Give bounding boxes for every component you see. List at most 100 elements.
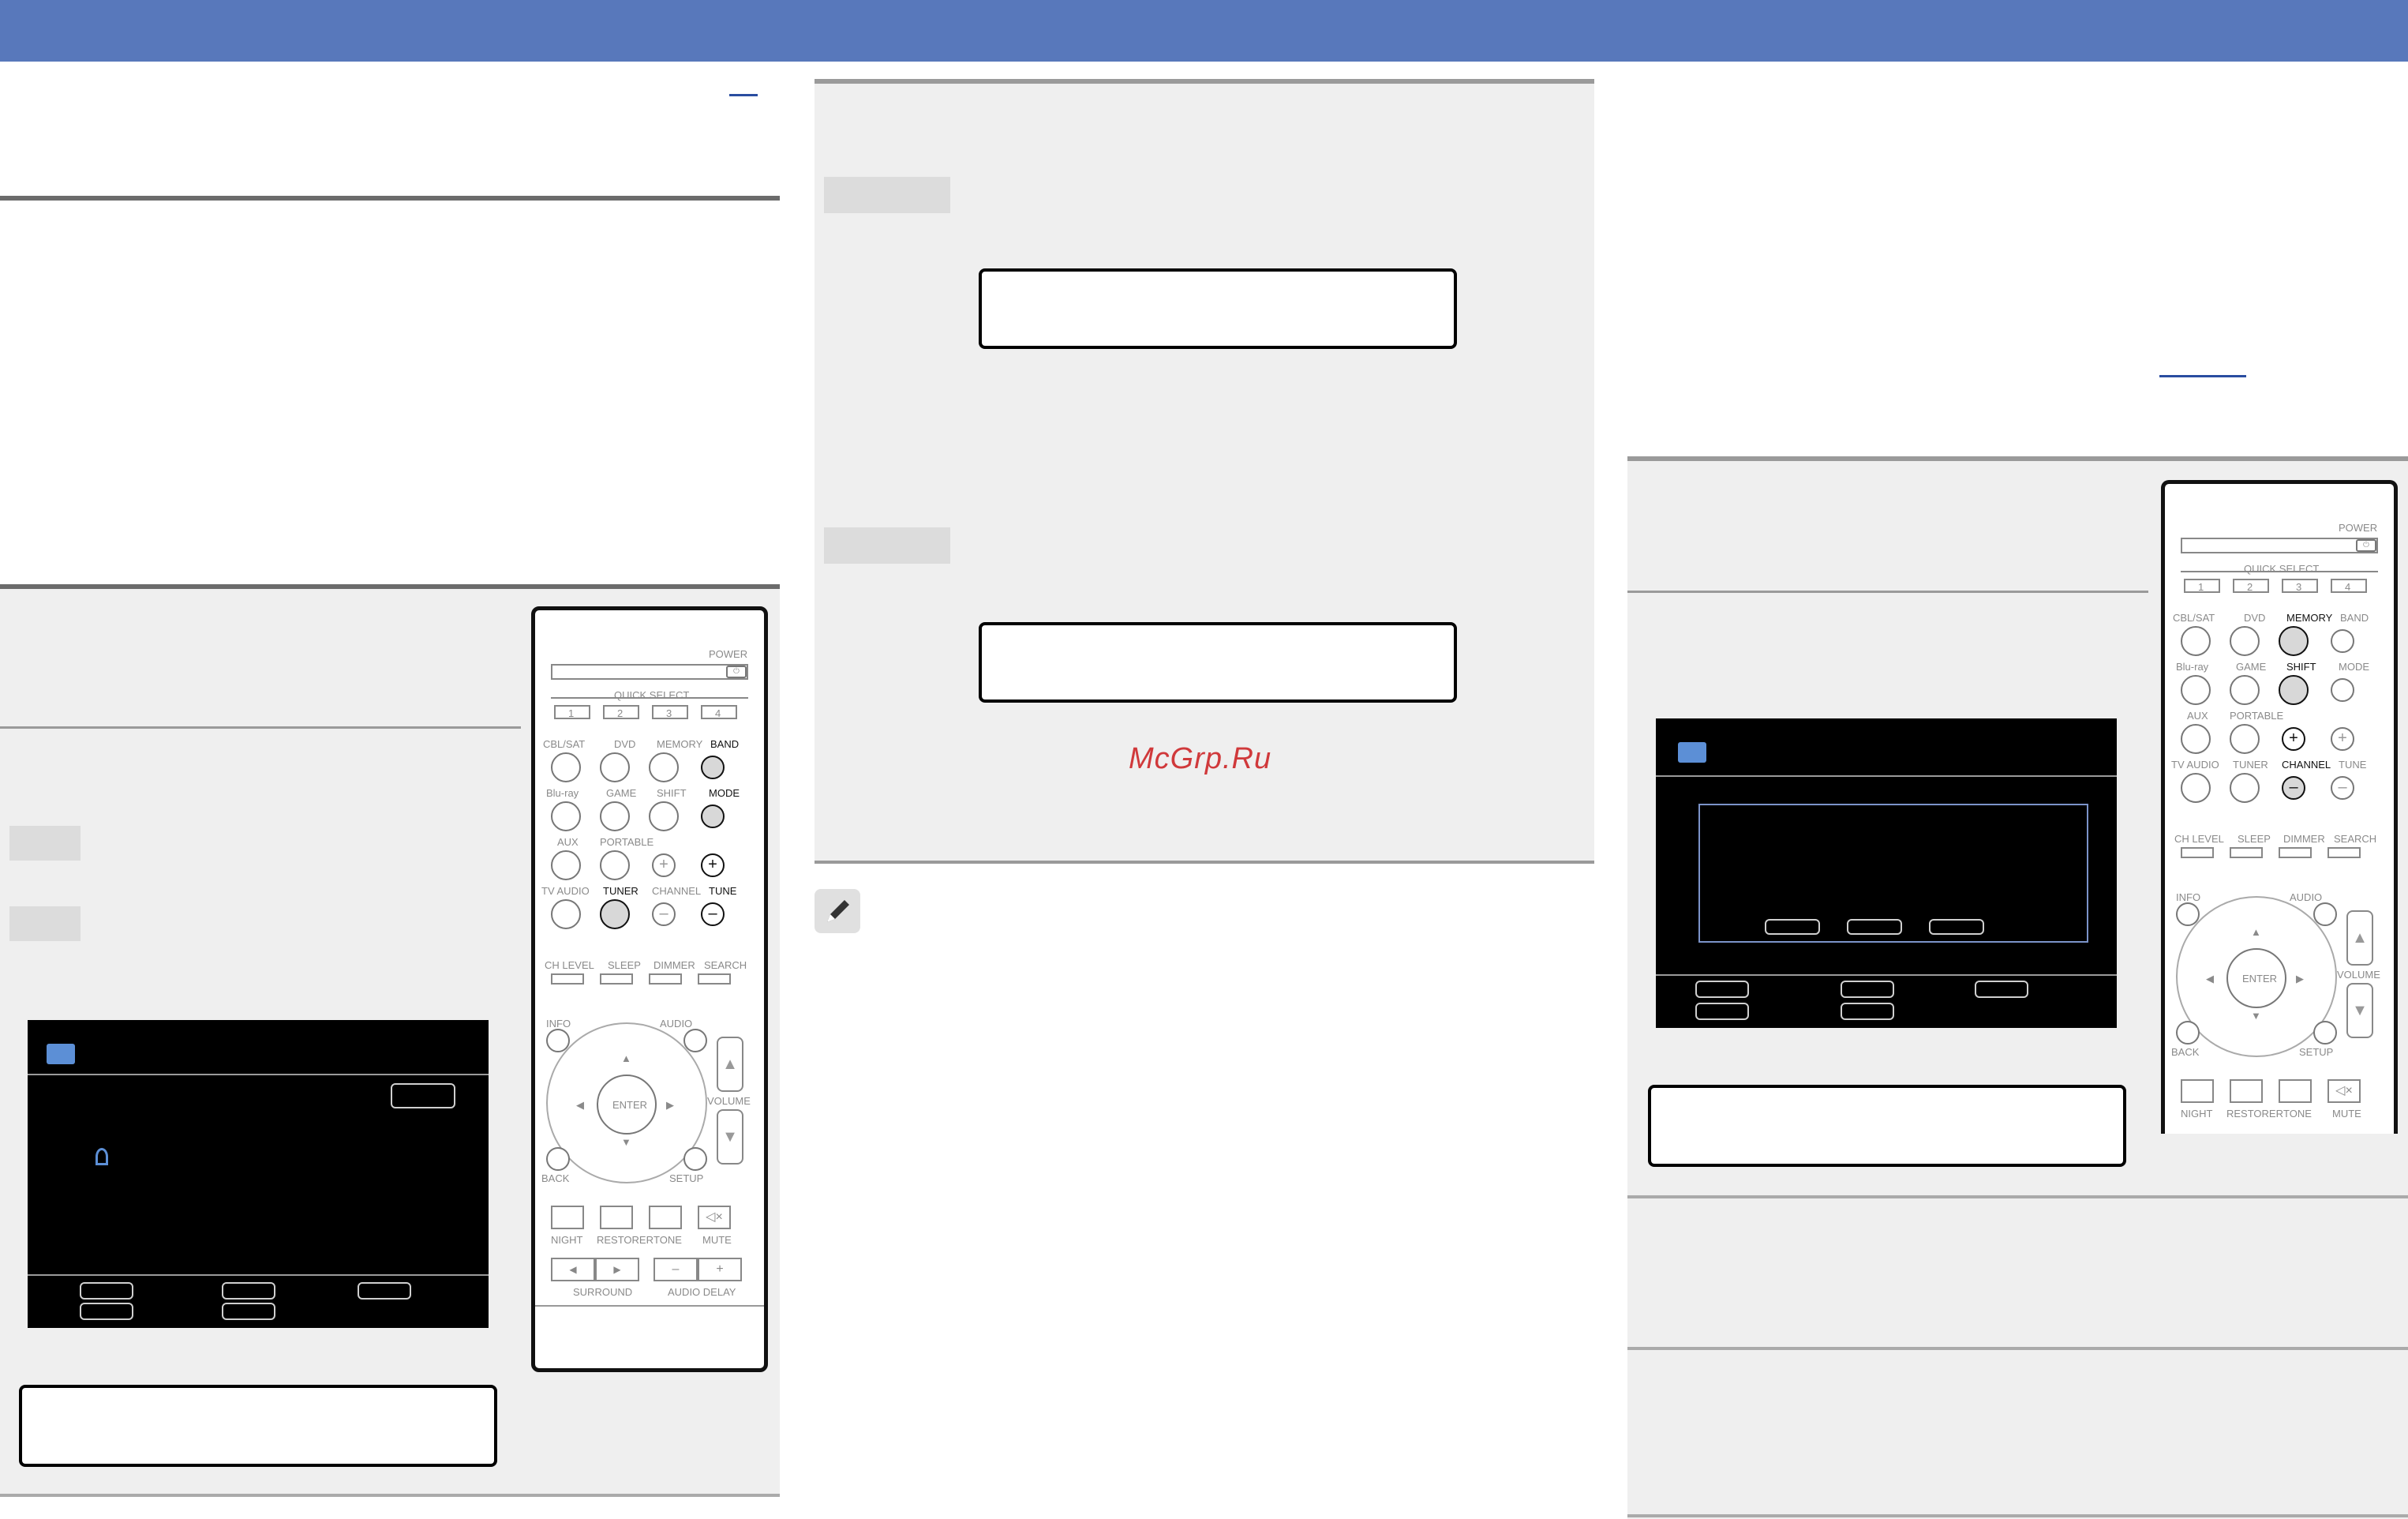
dvd-button[interactable] xyxy=(600,752,630,782)
audio-button[interactable] xyxy=(683,1029,707,1052)
dvd-button[interactable] xyxy=(2230,626,2260,656)
back-button[interactable] xyxy=(2176,1021,2200,1045)
audio-delay-minus-button[interactable]: – xyxy=(653,1258,698,1281)
search-button[interactable] xyxy=(2327,847,2361,858)
quick-select-2[interactable]: 2 xyxy=(603,705,639,719)
surround-left-button[interactable]: ◀ xyxy=(551,1258,595,1281)
tone-button[interactable] xyxy=(649,1206,682,1229)
tv-audio-button[interactable] xyxy=(2181,773,2211,803)
arrow-right-icon[interactable]: ▶ xyxy=(666,1099,674,1112)
memory-button[interactable] xyxy=(649,752,679,782)
night-button[interactable] xyxy=(551,1206,584,1229)
page-link[interactable] xyxy=(729,94,758,96)
tv-button-5[interactable] xyxy=(1841,1003,1894,1020)
channel-plus-button[interactable]: + xyxy=(652,853,676,877)
aux-button[interactable] xyxy=(551,850,581,880)
info-button[interactable] xyxy=(546,1029,570,1052)
tv-button-4[interactable] xyxy=(80,1303,133,1320)
remote-power-bar[interactable] xyxy=(551,664,748,680)
volume-down-button[interactable]: ▼ xyxy=(717,1109,743,1165)
info-button[interactable] xyxy=(2176,902,2200,926)
ch-level-button[interactable] xyxy=(551,973,584,985)
power-icon[interactable]: ⏻ xyxy=(2356,539,2376,552)
quick-select-2[interactable]: 2 xyxy=(2233,579,2269,593)
audio-button[interactable] xyxy=(2313,902,2337,926)
sleep-button[interactable] xyxy=(600,973,633,985)
arrow-left-icon[interactable]: ◀ xyxy=(2206,973,2214,985)
portable-button[interactable] xyxy=(2230,724,2260,754)
quick-select-4[interactable]: 4 xyxy=(2331,579,2367,593)
preset-button-1[interactable] xyxy=(1765,919,1820,935)
tune-plus-button[interactable]: + xyxy=(701,853,725,877)
mode-button[interactable] xyxy=(2331,678,2354,702)
arrow-up-icon[interactable]: ▲ xyxy=(621,1052,631,1064)
tv-button-3[interactable] xyxy=(1975,981,2028,998)
blu-ray-button[interactable] xyxy=(551,801,581,831)
mute-icon[interactable]: ◁× xyxy=(698,1206,731,1229)
dimmer-button[interactable] xyxy=(649,973,682,985)
search-button[interactable] xyxy=(698,973,731,985)
setup-button[interactable] xyxy=(683,1147,707,1171)
cbl-sat-button[interactable] xyxy=(551,752,581,782)
tv-button-2[interactable] xyxy=(222,1282,275,1300)
sleep-button[interactable] xyxy=(2230,847,2263,858)
preset-button-2[interactable] xyxy=(1847,919,1902,935)
cbl-sat-button[interactable] xyxy=(2181,626,2211,656)
channel-minus-button[interactable]: – xyxy=(652,902,676,926)
tv-button-5[interactable] xyxy=(222,1303,275,1320)
arrow-left-icon[interactable]: ◀ xyxy=(576,1099,584,1112)
arrow-down-icon[interactable]: ▼ xyxy=(621,1136,631,1148)
tv-button-1[interactable] xyxy=(80,1282,133,1300)
tv-top-button[interactable] xyxy=(391,1083,455,1108)
tv-button-3[interactable] xyxy=(358,1282,411,1300)
tuner-button[interactable] xyxy=(600,899,630,929)
tv-button-1[interactable] xyxy=(1695,981,1749,998)
dimmer-button[interactable] xyxy=(2279,847,2312,858)
power-icon[interactable]: ⏻ xyxy=(726,666,747,678)
volume-up-button[interactable]: ▲ xyxy=(2346,910,2373,966)
tune-minus-button[interactable]: – xyxy=(701,902,725,926)
mute-icon[interactable]: ◁× xyxy=(2327,1079,2361,1103)
volume-down-button[interactable]: ▼ xyxy=(2346,983,2373,1038)
restorer-button[interactable] xyxy=(2230,1079,2263,1103)
arrow-right-icon[interactable]: ▶ xyxy=(2296,973,2304,985)
tone-button[interactable] xyxy=(2279,1079,2312,1103)
quick-select-3[interactable]: 3 xyxy=(2282,579,2318,593)
volume-up-button[interactable]: ▲ xyxy=(717,1037,743,1092)
surround-right-button[interactable]: ▶ xyxy=(595,1258,639,1281)
tuner-button[interactable] xyxy=(2230,773,2260,803)
game-button[interactable] xyxy=(2230,675,2260,705)
shift-button[interactable] xyxy=(649,801,679,831)
arrow-up-icon[interactable]: ▲ xyxy=(2251,926,2261,938)
band-button[interactable] xyxy=(2331,629,2354,653)
back-button[interactable] xyxy=(546,1147,570,1171)
mode-button[interactable] xyxy=(701,805,725,828)
restorer-button[interactable] xyxy=(600,1206,633,1229)
ch-level-button[interactable] xyxy=(2181,847,2214,858)
band-button[interactable] xyxy=(701,756,725,779)
quick-select-1[interactable]: 1 xyxy=(554,705,590,719)
tv-audio-button[interactable] xyxy=(551,899,581,929)
shift-button[interactable] xyxy=(2279,675,2309,705)
audio-delay-plus-button[interactable]: + xyxy=(698,1258,742,1281)
night-button[interactable] xyxy=(2181,1079,2214,1103)
tune-minus-button[interactable]: – xyxy=(2331,776,2354,800)
remote-power-bar[interactable] xyxy=(2181,538,2378,553)
tv-button-4[interactable] xyxy=(1695,1003,1749,1020)
quick-select-1[interactable]: 1 xyxy=(2184,579,2220,593)
tv-button-2[interactable] xyxy=(1841,981,1894,998)
preset-button-3[interactable] xyxy=(1929,919,1984,935)
reference-link[interactable] xyxy=(2159,375,2246,377)
tune-plus-button[interactable]: + xyxy=(2331,727,2354,751)
blu-ray-button[interactable] xyxy=(2181,675,2211,705)
aux-button[interactable] xyxy=(2181,724,2211,754)
memory-button[interactable] xyxy=(2279,626,2309,656)
arrow-down-icon[interactable]: ▼ xyxy=(2251,1010,2261,1022)
quick-select-4[interactable]: 4 xyxy=(701,705,737,719)
setup-button[interactable] xyxy=(2313,1021,2337,1045)
quick-select-3[interactable]: 3 xyxy=(652,705,688,719)
game-button[interactable] xyxy=(600,801,630,831)
channel-minus-button[interactable]: – xyxy=(2282,776,2305,800)
portable-button[interactable] xyxy=(600,850,630,880)
channel-plus-button[interactable]: + xyxy=(2282,727,2305,751)
